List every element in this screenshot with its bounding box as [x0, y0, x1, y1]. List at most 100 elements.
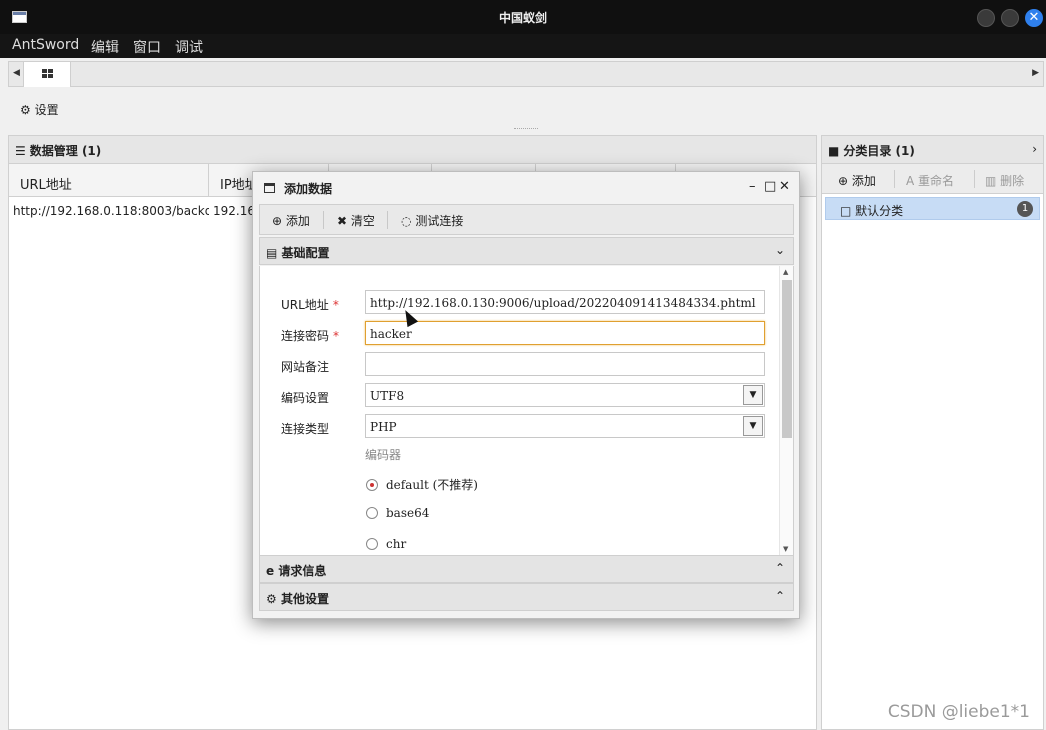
tab-scroll-right-icon[interactable]: ▶	[1032, 68, 1039, 78]
encoding-field-label: 编码设置	[281, 391, 330, 405]
category-rename-label: 重命名	[918, 174, 955, 188]
file-text-icon: ▤	[266, 246, 278, 260]
window-icon	[264, 183, 275, 193]
scroll-up-icon[interactable]: ▲	[783, 268, 788, 276]
row-url: http://192.168.0.118:8003/backdoor.a	[13, 204, 209, 218]
plus-circle-icon: ⊕	[838, 174, 849, 188]
toolbar-divider	[387, 211, 388, 229]
required-mark: *	[332, 298, 339, 312]
radio-icon[interactable]	[366, 507, 378, 519]
note-input[interactable]	[365, 352, 765, 376]
section-request-label: e 请求信息	[266, 562, 326, 579]
password-label-text: 连接密码	[281, 329, 330, 343]
add-button[interactable]: ⊕ 添加	[272, 212, 310, 229]
minimize-icon[interactable]: –	[749, 179, 756, 194]
test-connection-button[interactable]: ◌ 测试连接	[401, 212, 463, 229]
maximize-button[interactable]	[1001, 9, 1019, 27]
dialog-header: 添加数据 – □ ✕	[253, 172, 799, 202]
folder-icon: ■	[828, 144, 840, 158]
settings-label: 设置	[34, 103, 59, 117]
clear-button[interactable]: ✖ 清空	[337, 212, 375, 229]
category-add-button[interactable]: ⊕ 添加	[838, 172, 876, 189]
encoder-label: 编码器	[365, 448, 402, 462]
menu-antsword[interactable]: AntSword	[12, 37, 79, 53]
menu-debug[interactable]: 调试	[175, 37, 203, 57]
category-rename-button[interactable]: A 重命名	[906, 172, 954, 189]
menu-edit[interactable]: 编辑	[91, 37, 119, 57]
window-title: 中国蚁剑	[498, 11, 547, 25]
chevron-down-icon: ▼	[743, 416, 763, 436]
section-basic-text: 基础配置	[281, 246, 330, 260]
category-delete-label: 删除	[1000, 174, 1025, 188]
type-field-label: 连接类型	[281, 422, 330, 436]
minimize-button[interactable]	[977, 9, 995, 27]
category-toolbar: ⊕ 添加 A 重命名 ▥ 删除	[822, 164, 1043, 194]
resize-handle[interactable]	[514, 128, 538, 130]
toolbar-divider	[894, 170, 895, 188]
encoding-value: UTF8	[370, 389, 405, 403]
spinner-icon: ◌	[401, 214, 412, 228]
tab-home[interactable]	[23, 62, 71, 87]
tab-strip: ◀ ▶	[8, 61, 1044, 87]
chevron-up-icon: ⌃	[774, 561, 785, 575]
scrollbar-thumb[interactable]	[782, 280, 792, 438]
toolbar-divider	[974, 170, 975, 188]
encoder-option-label: base64	[386, 506, 430, 520]
url-field-label: URL地址 *	[281, 296, 339, 313]
section-request-info[interactable]: e 请求信息 ⌃	[259, 555, 794, 583]
connection-type-value: PHP	[370, 420, 397, 434]
url-input[interactable]: http://192.168.0.130:9006/upload/2022040…	[365, 290, 765, 314]
category-item-default[interactable]: □ 默认分类 1	[825, 197, 1040, 220]
tab-scroll-left-icon[interactable]: ◀	[13, 68, 20, 78]
grid-icon	[42, 69, 53, 78]
close-icon: ✕	[1028, 10, 1040, 25]
encoder-option-chr[interactable]: chr	[366, 537, 406, 551]
section-request-text: 请求信息	[278, 564, 327, 578]
basic-config-form: URL地址 * http://192.168.0.130:9006/upload/…	[259, 266, 794, 555]
toolbar-divider	[323, 211, 324, 229]
section-other-text: 其他设置	[280, 592, 329, 606]
category-panel: ■ 分类目录 (1) › ⊕ 添加 A 重命名 ▥ 删除 □ 默认分类 1	[821, 135, 1044, 730]
form-scrollbar[interactable]: ▲ ▼	[779, 266, 793, 555]
category-panel-title: 分类目录 (1)	[843, 144, 915, 158]
dialog-title: 添加数据	[284, 182, 333, 196]
category-item-label: □ 默认分类	[840, 202, 903, 219]
url-label-text: URL地址	[281, 298, 329, 312]
chevron-up-icon: ⌃	[774, 589, 785, 603]
connection-type-select[interactable]: PHP ▼	[365, 414, 765, 438]
category-panel-header: ■ 分类目录 (1)	[822, 136, 1043, 164]
test-connection-label: 测试连接	[415, 214, 464, 228]
close-button[interactable]: ✕	[1025, 9, 1043, 27]
trash-icon: ▥	[985, 174, 997, 188]
chevron-down-icon: ▼	[743, 385, 763, 405]
title-bar: 中国蚁剑 ✕	[0, 0, 1046, 34]
count-badge: 1	[1017, 201, 1033, 217]
column-url[interactable]: URL地址	[9, 164, 209, 197]
radio-selected-icon[interactable]	[366, 479, 378, 491]
close-icon[interactable]: ✕	[779, 179, 790, 194]
cogs-icon: ⚙	[266, 592, 277, 606]
maximize-icon[interactable]: □	[764, 179, 776, 194]
category-add-label: 添加	[851, 174, 876, 188]
menu-window[interactable]: 窗口	[133, 37, 161, 57]
edge-icon: e	[266, 564, 275, 578]
section-other-settings[interactable]: ⚙ 其他设置 ⌃	[259, 583, 794, 611]
section-basic-label: ▤ 基础配置	[266, 244, 330, 261]
x-icon: ✖	[337, 214, 348, 228]
section-basic-config[interactable]: ▤ 基础配置 ⌄	[259, 237, 794, 265]
watermark: CSDN @liebe1*1	[887, 702, 1030, 722]
category-delete-button[interactable]: ▥ 删除	[985, 172, 1024, 189]
settings-button[interactable]: ⚙ 设置	[20, 101, 59, 118]
encoding-select[interactable]: UTF8 ▼	[365, 383, 765, 407]
menu-bar: AntSword 编辑 窗口 调试	[0, 34, 1046, 58]
scroll-down-icon[interactable]: ▼	[783, 545, 788, 553]
radio-icon[interactable]	[366, 538, 378, 550]
section-other-label: ⚙ 其他设置	[266, 590, 329, 607]
clear-button-label: 清空	[350, 214, 375, 228]
list-icon: ☰	[15, 144, 26, 158]
chevron-right-icon[interactable]: ›	[1032, 142, 1037, 156]
encoder-option-default[interactable]: default (不推荐)	[366, 476, 478, 493]
password-field-label: 连接密码 *	[281, 327, 339, 344]
encoder-option-base64[interactable]: base64	[366, 506, 429, 520]
password-input[interactable]: hacker	[365, 321, 765, 345]
